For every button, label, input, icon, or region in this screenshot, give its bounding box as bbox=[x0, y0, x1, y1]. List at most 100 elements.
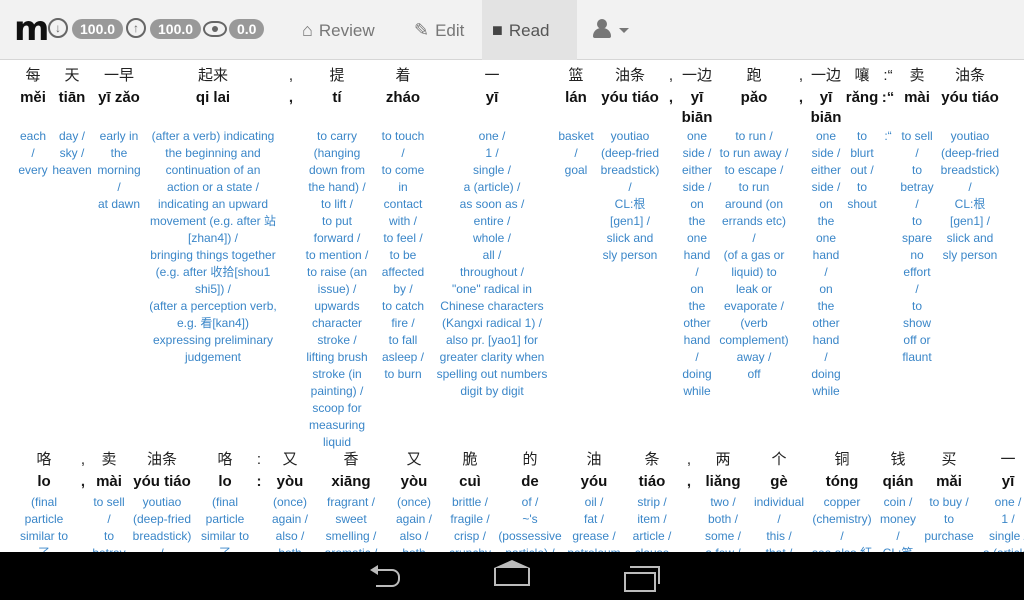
hanzi-text: :“ bbox=[883, 67, 893, 84]
definition-text: brittle / fragile / crisp / crunchy bbox=[449, 495, 491, 552]
word-item[interactable]: 一 yī one / 1 / single / a (article) / as… bbox=[432, 65, 552, 400]
reader-content[interactable]: 每 měi each / every 天 tiān day / sky / he… bbox=[0, 61, 1024, 552]
word-item[interactable]: 钱 qián coin / money / CL:笔 bbox=[876, 449, 920, 552]
word-item[interactable]: 油条 yóu tiáo youtiao (deep-fried breadsti… bbox=[936, 65, 1004, 264]
hanzi-text: 起来 bbox=[197, 67, 228, 84]
hanzi-text: 跑 bbox=[746, 67, 762, 84]
punctuation: , , bbox=[284, 65, 298, 108]
word-item[interactable]: 一边 yī biān one side / either side / on t… bbox=[808, 65, 844, 400]
hanzi-text: 油条 bbox=[614, 67, 645, 84]
pinyin-text: , bbox=[686, 473, 692, 490]
definition-text: one side / either side / on the one hand… bbox=[810, 129, 842, 398]
definition-text: each / every bbox=[18, 129, 48, 177]
word-item[interactable]: 着 zháo to touch / to come in contact wit… bbox=[376, 65, 430, 383]
word-item[interactable]: 又 yòu (once) again / also / both bbox=[392, 449, 436, 552]
word-item[interactable]: 一 yī one / 1 / single / a (article) bbox=[982, 449, 1024, 552]
word-item[interactable]: 一边 yī biān one side / either side / on t… bbox=[678, 65, 716, 400]
word-item[interactable]: 跑 pǎo to run / to run away / to escape /… bbox=[718, 65, 790, 383]
definition-text: oil / fat / grease / petroleum bbox=[567, 495, 620, 552]
word-item[interactable]: 每 měi each / every bbox=[14, 65, 52, 179]
punctuation: , , bbox=[682, 449, 696, 492]
pinyin-text: qi lai bbox=[195, 89, 231, 106]
definition-text: youtiao (deep-fried breadstick) / bbox=[132, 495, 192, 552]
hanzi-text: 卖 bbox=[909, 67, 925, 84]
word-item[interactable]: 天 tiān day / sky / heaven bbox=[52, 65, 92, 179]
home-icon: ⌂ bbox=[302, 20, 313, 40]
word-item[interactable]: 卖 mài to sell / to betray bbox=[90, 449, 128, 552]
pinyin-text: yī bbox=[1001, 473, 1015, 490]
tab-read[interactable]: ■ Read bbox=[482, 0, 577, 60]
eye-icon bbox=[203, 21, 227, 37]
word-item[interactable]: 一早 yī zǎo early in the morning / at dawn bbox=[94, 65, 144, 213]
word-item[interactable]: 香 xiāng fragrant / sweet smelling / arom… bbox=[318, 449, 384, 552]
tab-review[interactable]: ⌂ Review bbox=[292, 0, 385, 60]
hanzi-text: 咯 bbox=[217, 451, 233, 468]
app-logo[interactable]: m bbox=[14, 12, 49, 46]
word-item[interactable]: 又 yòu (once) again / also / both bbox=[268, 449, 312, 552]
word-item[interactable]: 卖 mài to sell / to betray / to spare no … bbox=[898, 65, 936, 366]
word-item[interactable]: 的 de of / ~'s (possessive particle) / bbox=[496, 449, 564, 552]
definition-text: individual / this / that / bbox=[753, 495, 805, 552]
definition-text: coin / money / CL:笔 bbox=[879, 495, 917, 552]
definition-text: to run / to run away / to escape / to ru… bbox=[719, 129, 789, 381]
definition-text: (after a verb) indicating the beginning … bbox=[149, 129, 277, 364]
back-icon[interactable] bbox=[368, 565, 402, 587]
recent-apps-icon[interactable] bbox=[624, 566, 660, 592]
pinyin-text: de bbox=[521, 473, 539, 490]
upload-icon: ↑ bbox=[126, 18, 146, 38]
top-toolbar: m ↓ 100.0 ↑ 100.0 0.0 ⌂ Review ✎ Edit ■ Rea… bbox=[0, 0, 1024, 60]
definition-text: (final particle similar to 了 bbox=[200, 495, 249, 552]
hanzi-text: 嚷 bbox=[854, 67, 870, 84]
definition-text: youtiao (deep-fried breadstick) / CL:根 [… bbox=[940, 129, 1000, 262]
user-menu-button[interactable] bbox=[585, 0, 643, 60]
definition-text: (final particle similar to 了 bbox=[19, 495, 68, 552]
pinyin-text: lo bbox=[37, 473, 51, 490]
word-item[interactable]: 咯 lo (final particle similar to 了 bbox=[14, 449, 74, 552]
hanzi-text: 卖 bbox=[101, 451, 117, 468]
word-item[interactable]: 篮 lán basket / goal bbox=[556, 65, 596, 179]
hanzi-text: 油条 bbox=[954, 67, 985, 84]
tab-read-label: Read bbox=[508, 21, 550, 40]
upload-count-badge: 100.0 bbox=[150, 19, 202, 39]
word-item[interactable]: 买 mǎi to buy / to purchase bbox=[922, 449, 976, 545]
word-item[interactable]: 脆 cuì brittle / fragile / crisp / crunch… bbox=[446, 449, 494, 552]
definition-text: two / both / some / a few / bbox=[704, 495, 741, 552]
view-count-badge: 0.0 bbox=[229, 19, 265, 39]
definition-text: to touch / to come in contact with / to … bbox=[381, 129, 425, 381]
pinyin-text: yóu tiáo bbox=[941, 89, 999, 106]
home-icon[interactable] bbox=[494, 560, 530, 586]
word-item[interactable]: 条 tiáo strip / item / article / clause bbox=[626, 449, 678, 552]
word-item[interactable]: 油 yóu oil / fat / grease / petroleum bbox=[564, 449, 624, 552]
hanzi-text: 着 bbox=[395, 67, 411, 84]
word-item[interactable]: 咯 lo (final particle similar to 了 bbox=[196, 449, 254, 552]
sentence-row: 每 měi each / every 天 tiān day / sky / he… bbox=[0, 65, 1024, 450]
definition-text: day / sky / heaven bbox=[52, 129, 92, 177]
word-item[interactable]: 油条 yóu tiáo youtiao (deep-fried breadsti… bbox=[130, 449, 194, 552]
definition-text: one / 1 / single / a (article) / as soon… bbox=[436, 129, 548, 398]
word-item[interactable]: 嚷 rǎng to blurt out / to shout bbox=[844, 65, 880, 213]
word-item[interactable]: 两 liǎng two / both / some / a few / bbox=[698, 449, 748, 552]
hanzi-text: 铜 bbox=[834, 451, 850, 468]
punctuation: , , bbox=[794, 65, 808, 108]
pinyin-text: yòu bbox=[276, 473, 304, 490]
word-item[interactable]: 油条 yóu tiáo youtiao (deep-fried breadsti… bbox=[598, 65, 662, 264]
word-item[interactable]: 个 gè individual / this / that / bbox=[750, 449, 808, 552]
pinyin-text: yòu bbox=[400, 473, 428, 490]
sentence-row: 咯 lo (final particle similar to 了 , , 卖 … bbox=[0, 449, 1024, 552]
tab-edit[interactable]: ✎ Edit bbox=[404, 0, 474, 60]
word-item[interactable]: 铜 tóng copper (chemistry) / see also 紅 bbox=[808, 449, 876, 552]
punctuation: , , bbox=[76, 449, 90, 492]
hanzi-text: 咯 bbox=[36, 451, 52, 468]
pinyin-text: tiān bbox=[58, 89, 86, 106]
word-item[interactable]: 提 tí to carry (hanging down from the han… bbox=[300, 65, 374, 451]
hanzi-text: 个 bbox=[771, 451, 787, 468]
hanzi-text: , bbox=[288, 67, 294, 84]
punctuation: :“ :“ :“ bbox=[878, 65, 898, 145]
definition-text: to blurt out / to shout bbox=[847, 129, 877, 211]
pinyin-text: lán bbox=[565, 89, 587, 106]
word-item[interactable]: 起来 qi lai (after a verb) indicating the … bbox=[146, 65, 280, 366]
hanzi-text: 一 bbox=[484, 67, 500, 84]
pinyin-text: cuì bbox=[459, 473, 481, 490]
definition-text: to buy / to purchase bbox=[924, 495, 974, 543]
pinyin-text: yóu tiáo bbox=[133, 473, 191, 490]
